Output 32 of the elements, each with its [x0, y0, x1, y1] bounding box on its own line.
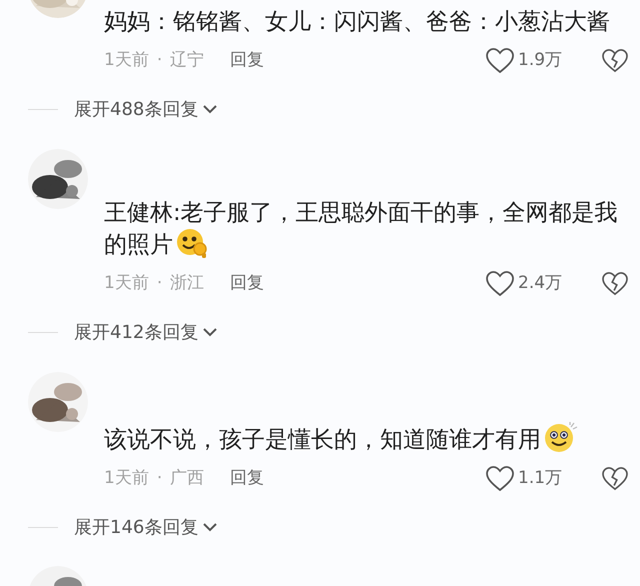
location-label: 辽宁 — [170, 49, 204, 72]
expand-replies-button[interactable]: 展开412条回复 — [74, 318, 218, 346]
separator-dot: · — [156, 272, 162, 296]
comment-text: 妈妈：铭铭酱、女儿：闪闪酱、爸爸：小葱沾大酱 — [104, 8, 611, 37]
heart-icon[interactable] — [486, 48, 514, 74]
heart-icon[interactable] — [486, 466, 514, 492]
time-label: 1天前 — [104, 467, 149, 490]
location-label: 广西 — [170, 467, 204, 490]
chevron-down-icon — [202, 103, 218, 115]
separator-dot: · — [156, 49, 162, 72]
reply-button[interactable]: 回复 — [230, 271, 264, 297]
time-label: 1天前 — [104, 272, 149, 296]
chevron-down-icon — [202, 326, 218, 338]
reply-button[interactable]: 回复 — [230, 48, 264, 74]
like-count: 1.1万 — [518, 467, 564, 490]
expand-replies-button[interactable]: 展开488条回复 — [74, 96, 218, 122]
location-label: 浙江 — [170, 272, 204, 296]
like-count: 1.9万 — [518, 49, 564, 72]
like-count: 2.4万 — [518, 272, 564, 296]
separator-dot: · — [156, 467, 162, 490]
chevron-down-icon — [202, 521, 218, 533]
smiley-magnifier-icon — [175, 228, 209, 258]
smiley-icon — [543, 421, 579, 453]
comment-text: 王健林:老子服了，王思聪外面干的事，全网都是我的照片 — [104, 199, 619, 260]
broken-heart-icon[interactable] — [602, 272, 628, 296]
comment-text: 该说不说，孩子是懂长的，知道随谁才有用 — [104, 421, 628, 455]
reply-button[interactable]: 回复 — [230, 466, 264, 492]
broken-heart-icon[interactable] — [602, 467, 628, 491]
time-label: 1天前 — [104, 49, 149, 72]
broken-heart-icon[interactable] — [602, 49, 628, 73]
expand-replies-button[interactable]: 展开146条回复 — [74, 514, 218, 540]
heart-icon[interactable] — [486, 271, 514, 297]
